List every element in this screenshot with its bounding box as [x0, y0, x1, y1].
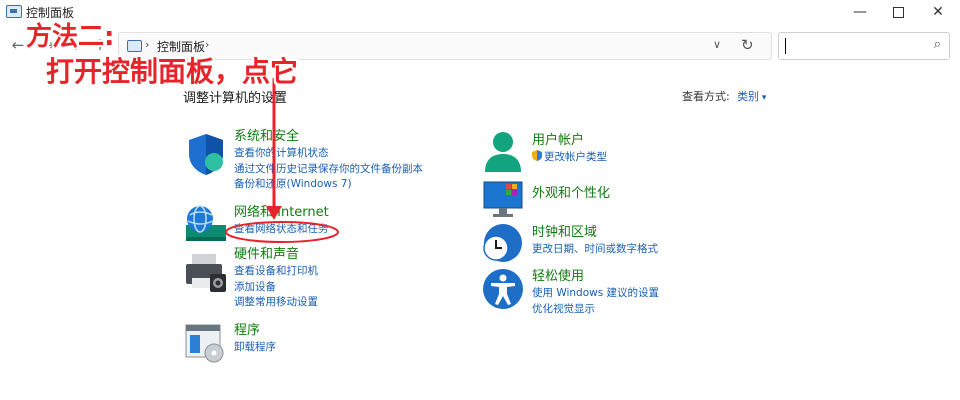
address-dropdown-button[interactable]: ∨ [713, 38, 721, 51]
refresh-button[interactable]: ↻ [741, 36, 754, 54]
control-panel-icon [6, 5, 22, 18]
category-ease-of-access: 轻松使用 使用 Windows 建议的设置 优化视觉显示 [532, 268, 659, 317]
maximize-button[interactable] [878, 0, 918, 24]
category-network-internet: 网络和 Internet 查看网络状态和任务 [234, 204, 329, 238]
category-title-clock-region[interactable]: 时钟和区域 [532, 224, 658, 242]
back-button[interactable]: ← [8, 36, 28, 54]
link-file-history-backup[interactable]: 通过文件历史记录保存你的文件备份副本 [234, 162, 423, 178]
link-change-account-type-label: 更改帐户类型 [544, 151, 607, 163]
minimize-button[interactable]: — [840, 0, 880, 24]
maximize-icon [892, 6, 904, 18]
link-view-network-status[interactable]: 查看网络状态和任务 [234, 222, 329, 238]
link-recommended-settings[interactable]: 使用 Windows 建议的设置 [532, 286, 659, 302]
accessibility-icon [483, 269, 523, 309]
user-icon [485, 132, 521, 172]
monitor-icon [483, 181, 523, 217]
close-button[interactable]: ✕ [918, 0, 958, 24]
link-view-computer-status[interactable]: 查看你的计算机状态 [234, 146, 423, 162]
category-clock-region: 时钟和区域 更改日期、时间或数字格式 [532, 224, 658, 258]
title-bar: 控制面板 — ✕ [0, 0, 960, 26]
category-appearance: 外观和个性化 [532, 185, 610, 203]
uac-shield-icon [532, 150, 542, 161]
view-by-dropdown[interactable]: 类别 [737, 88, 766, 104]
link-uninstall-program[interactable]: 卸载程序 [234, 340, 276, 356]
search-input[interactable]: ⌕ [778, 32, 950, 60]
link-mobility-settings[interactable]: 调整常用移动设置 [234, 295, 318, 311]
category-title-ease-of-access[interactable]: 轻松使用 [532, 268, 659, 286]
link-backup-restore[interactable]: 备份和还原(Windows 7) [234, 177, 423, 193]
category-title-appearance[interactable]: 外观和个性化 [532, 185, 610, 203]
link-change-date-time-format[interactable]: 更改日期、时间或数字格式 [532, 242, 658, 258]
clock-globe-icon [483, 224, 522, 262]
link-change-account-type[interactable]: 更改帐户类型 [532, 150, 607, 166]
link-view-devices-printers[interactable]: 查看设备和打印机 [234, 264, 318, 280]
annotation-instruction: 打开控制面板，点它 [46, 55, 299, 88]
globe-network-icon [186, 205, 226, 241]
annotation-method-label: 方法二: [26, 22, 115, 52]
programs-icon [185, 324, 224, 363]
printer-icon [186, 254, 226, 292]
category-title-network-internet[interactable]: 网络和 Internet [234, 204, 329, 222]
category-hardware-sound: 硬件和声音 查看设备和打印机 添加设备 调整常用移动设置 [234, 246, 318, 311]
category-system-security: 系统和安全 查看你的计算机状态 通过文件历史记录保存你的文件备份副本 备份和还原… [234, 128, 423, 193]
shield-icon [189, 134, 223, 175]
category-title-programs[interactable]: 程序 [234, 322, 276, 340]
category-programs: 程序 卸载程序 [234, 322, 276, 356]
category-title-user-accounts[interactable]: 用户帐户 [532, 132, 607, 150]
category-user-accounts: 用户帐户 更改帐户类型 [532, 132, 607, 166]
link-add-device[interactable]: 添加设备 [234, 280, 318, 296]
text-cursor [785, 38, 786, 54]
link-optimize-visual-display[interactable]: 优化视觉显示 [532, 302, 659, 318]
view-by-label: 查看方式: [682, 90, 730, 103]
category-title-system-security[interactable]: 系统和安全 [234, 128, 423, 146]
search-icon[interactable]: ⌕ [934, 37, 941, 52]
category-title-hardware-sound[interactable]: 硬件和声音 [234, 246, 318, 264]
